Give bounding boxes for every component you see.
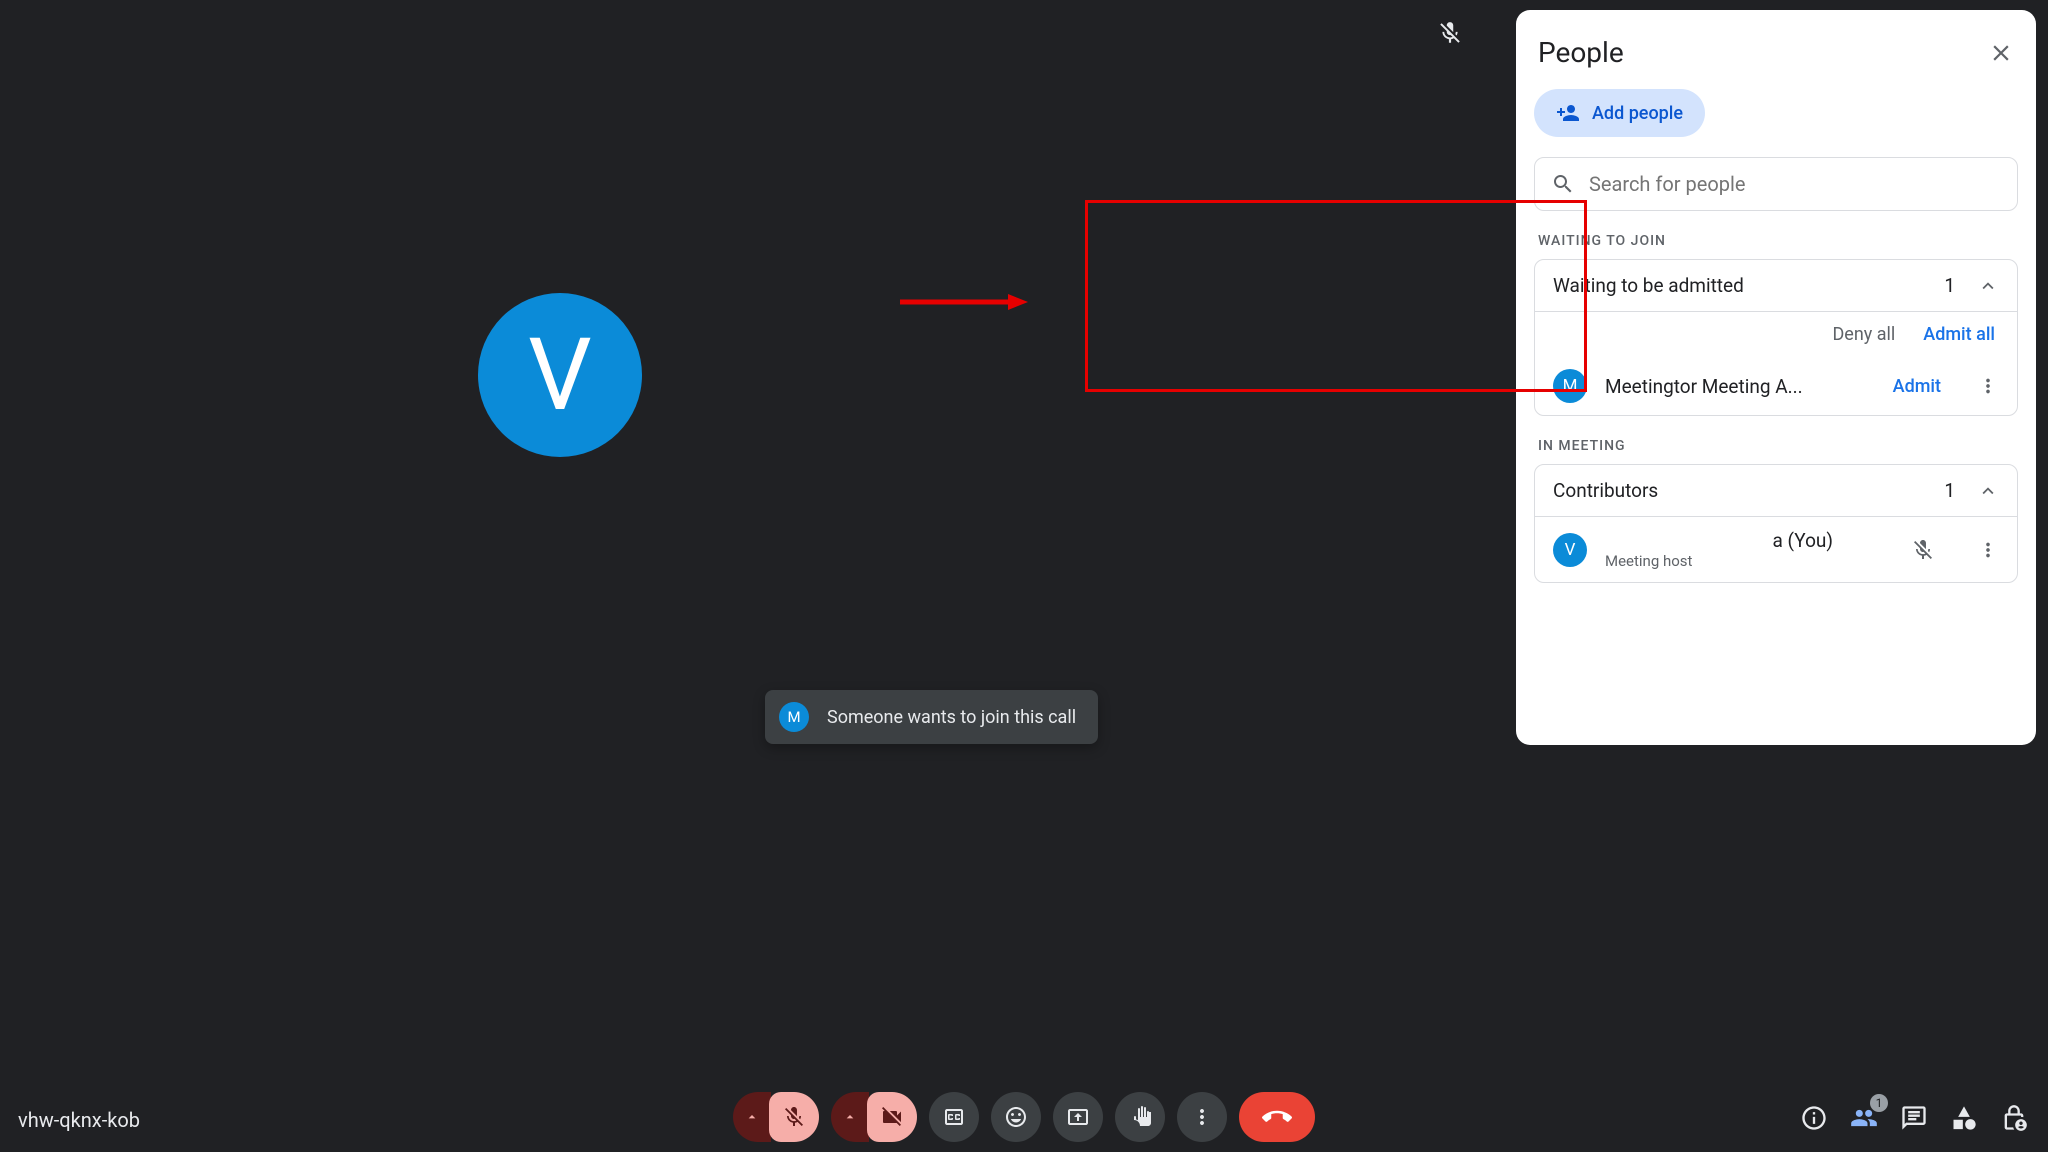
host-controls-button[interactable] <box>2000 1104 2028 1132</box>
chevron-up-icon <box>1977 480 1999 502</box>
waiting-actions-row: Deny all Admit all <box>1535 311 2017 357</box>
meeting-details-button[interactable] <box>1800 1104 1828 1132</box>
add-people-label: Add people <box>1592 103 1683 124</box>
chat-button[interactable] <box>1900 1104 1928 1132</box>
contributor-person-row: V a (You) Meeting host <box>1535 516 2017 582</box>
mic-off-icon <box>782 1105 806 1129</box>
panel-title: People <box>1538 36 1624 69</box>
hand-icon <box>1128 1105 1152 1129</box>
waiting-count: 1 <box>1944 274 1955 297</box>
admit-button[interactable]: Admit <box>1893 376 1941 397</box>
add-people-button[interactable]: Add people <box>1534 89 1705 137</box>
emoji-icon <box>1004 1105 1028 1129</box>
waiting-person-avatar: M <box>1553 369 1587 403</box>
more-vert-icon <box>1977 375 1999 397</box>
camera-off-icon <box>880 1105 904 1129</box>
people-panel: People Add people WAITING TO JOIN Waitin… <box>1516 10 2036 745</box>
main-avatar-initial: V <box>528 317 592 434</box>
toast-avatar: M <box>779 702 809 732</box>
more-vert-icon <box>1190 1105 1214 1129</box>
waiting-header-row[interactable]: Waiting to be admitted 1 <box>1535 260 2017 311</box>
main-avatar: V <box>478 293 642 457</box>
people-count-badge: 1 <box>1870 1094 1888 1112</box>
participant-mic-off-icon <box>1437 20 1463 46</box>
present-icon <box>1066 1105 1090 1129</box>
captions-icon <box>942 1105 966 1129</box>
lock-person-icon <box>2000 1104 2028 1132</box>
waiting-person-row: M Meetingtor Meeting A... Admit <box>1535 357 2017 415</box>
contributors-header-label: Contributors <box>1553 479 1658 502</box>
collapse-contributors-button[interactable] <box>1977 480 1999 502</box>
search-people-container <box>1534 157 2018 211</box>
camera-options-button[interactable] <box>831 1092 869 1142</box>
captions-button[interactable] <box>929 1092 979 1142</box>
waiting-person-name: Meetingtor Meeting A... <box>1605 375 1875 398</box>
in-meeting-section-label: IN MEETING <box>1538 438 2018 454</box>
contributor-role: Meeting host <box>1605 552 1893 570</box>
activities-button[interactable] <box>1950 1104 1978 1132</box>
contributors-count: 1 <box>1944 479 1955 502</box>
right-controls: 1 <box>1800 1104 2028 1132</box>
more-options-button[interactable] <box>1177 1092 1227 1142</box>
search-icon <box>1551 172 1575 196</box>
chevron-up-icon <box>1977 275 1999 297</box>
contributors-card: Contributors 1 V a (You) Meeting host <box>1534 464 2018 583</box>
more-vert-icon <box>1977 539 1999 561</box>
info-icon <box>1800 1104 1828 1132</box>
hangup-icon <box>1262 1102 1292 1132</box>
panel-header: People <box>1534 30 2018 89</box>
join-request-toast: M Someone wants to join this call <box>765 690 1098 744</box>
close-icon <box>1988 40 2014 66</box>
annotation-arrow <box>900 292 1030 312</box>
search-people-input[interactable] <box>1589 172 2001 196</box>
present-button[interactable] <box>1053 1092 1103 1142</box>
waiting-section-label: WAITING TO JOIN <box>1538 233 2018 249</box>
toast-message: Someone wants to join this call <box>827 707 1076 728</box>
collapse-waiting-button[interactable] <box>1977 275 1999 297</box>
contributors-header-row[interactable]: Contributors 1 <box>1535 465 2017 516</box>
waiting-person-more-button[interactable] <box>1977 375 1999 397</box>
contributor-more-button[interactable] <box>1977 539 1999 561</box>
shapes-icon <box>1950 1104 1978 1132</box>
chat-icon <box>1900 1104 1928 1132</box>
camera-control-group <box>831 1092 917 1142</box>
meeting-code: vhw-qknx-kob <box>18 1108 140 1132</box>
center-controls <box>733 1092 1315 1142</box>
mic-options-button[interactable] <box>733 1092 771 1142</box>
raise-hand-button[interactable] <box>1115 1092 1165 1142</box>
camera-toggle-button[interactable] <box>867 1092 917 1142</box>
end-call-button[interactable] <box>1239 1092 1315 1142</box>
close-panel-button[interactable] <box>1988 40 2014 66</box>
contributor-mic-off-icon <box>1911 538 1935 562</box>
person-add-icon <box>1556 101 1580 125</box>
deny-all-button[interactable]: Deny all <box>1832 324 1895 345</box>
admit-all-button[interactable]: Admit all <box>1923 324 1995 345</box>
reactions-button[interactable] <box>991 1092 1041 1142</box>
waiting-header-label: Waiting to be admitted <box>1553 274 1744 297</box>
people-panel-button[interactable]: 1 <box>1850 1104 1878 1132</box>
contributor-name: a (You) <box>1605 529 1893 552</box>
mic-control-group <box>733 1092 819 1142</box>
mic-toggle-button[interactable] <box>769 1092 819 1142</box>
waiting-card: Waiting to be admitted 1 Deny all Admit … <box>1534 259 2018 416</box>
contributor-avatar: V <box>1553 533 1587 567</box>
bottom-bar: vhw-qknx-kob <box>0 1072 2048 1152</box>
